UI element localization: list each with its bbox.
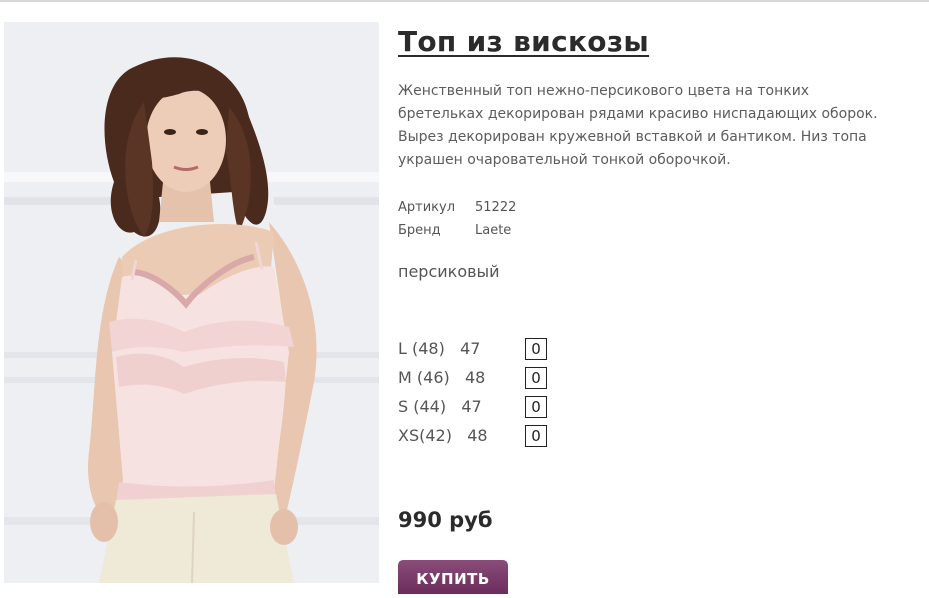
attribute-key: Артикул <box>398 200 456 215</box>
size-label: L (48) 47 <box>398 339 481 358</box>
product-title: Топ из вискозы <box>398 25 650 58</box>
product-info: Топ из вискозы Женственный топ нежно-пер… <box>398 22 898 594</box>
quantity-input[interactable]: 0 <box>525 367 547 389</box>
top-divider <box>0 0 929 2</box>
quantity-input[interactable]: 0 <box>525 338 547 360</box>
model-image <box>4 22 379 583</box>
attribute-row-brand: Бренд Laete <box>398 219 516 242</box>
size-label: M (46) 48 <box>398 368 486 387</box>
product-color: персиковый <box>398 262 500 281</box>
attribute-value: 51222 <box>475 200 517 215</box>
attribute-value: Laete <box>475 223 512 238</box>
quantity-input[interactable]: 0 <box>525 396 547 418</box>
size-label: S (44) 47 <box>398 397 482 416</box>
product-attributes: Артикул 51222 Бренд Laete <box>398 196 516 242</box>
product-description: Женственный топ нежно-персикового цвета … <box>398 83 878 168</box>
attribute-key: Бренд <box>398 223 441 238</box>
product-photo[interactable] <box>4 22 379 583</box>
product-price: 990 руб <box>398 508 493 532</box>
size-label: XS(42) 48 <box>398 426 488 445</box>
buy-button[interactable]: КУПИТЬ <box>398 560 508 594</box>
attribute-row-sku: Артикул 51222 <box>398 196 516 219</box>
quantity-input[interactable]: 0 <box>525 425 547 447</box>
